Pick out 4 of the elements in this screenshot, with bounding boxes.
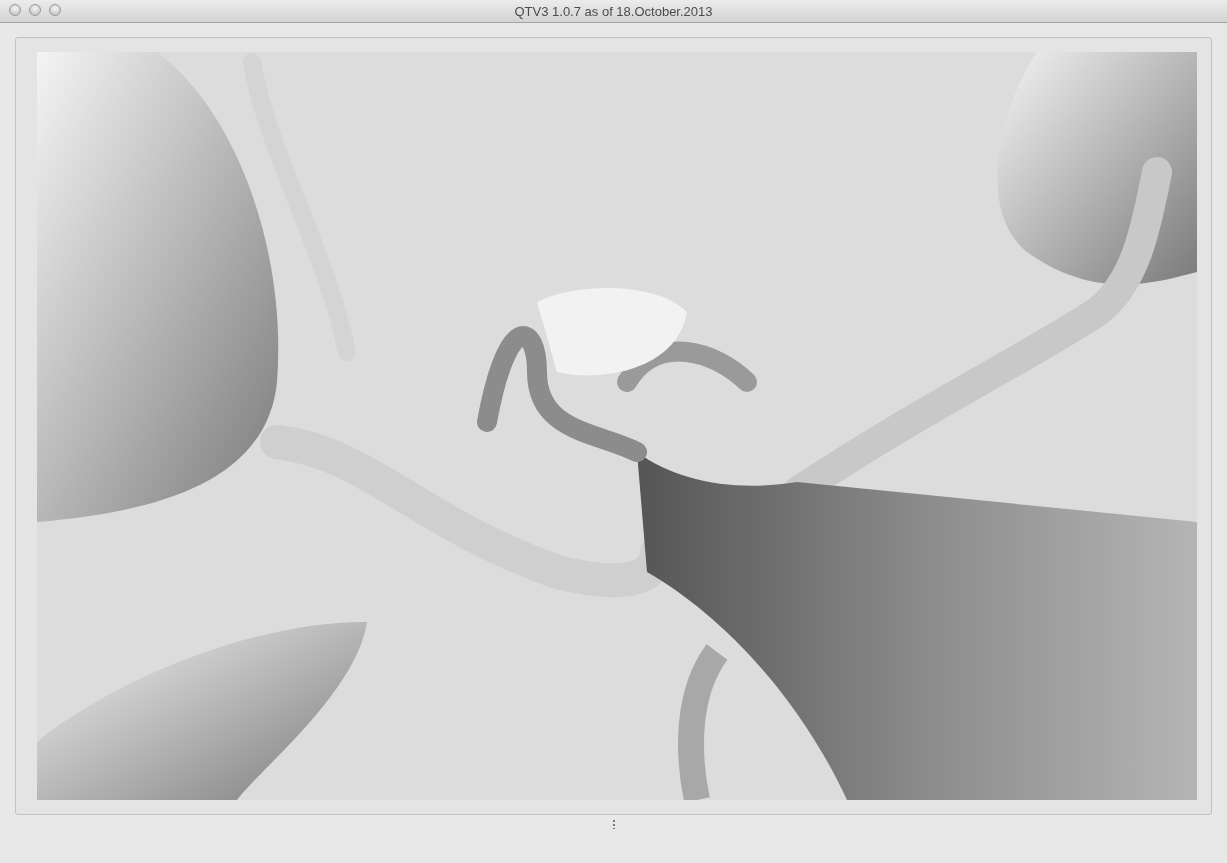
window-title: QTV3 1.0.7 as of 18.October.2013 [514, 3, 713, 19]
minimize-icon[interactable] [29, 4, 41, 16]
zoom-icon[interactable] [49, 4, 61, 16]
close-icon[interactable] [9, 4, 21, 16]
